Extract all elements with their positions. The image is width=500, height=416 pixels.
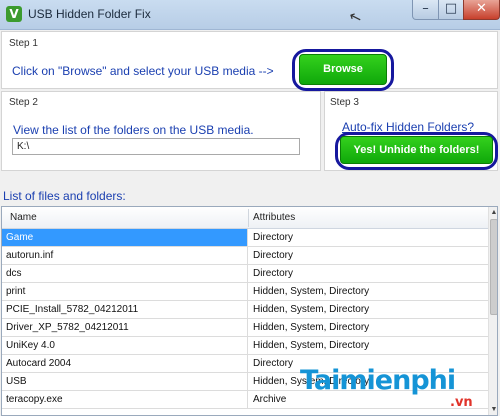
- close-button[interactable]: ✕: [463, 0, 500, 20]
- table-row[interactable]: autorun.inf Directory: [2, 247, 488, 265]
- file-name-cell: Game: [2, 229, 248, 246]
- table-row[interactable]: Game Directory: [2, 229, 488, 247]
- unhide-folders-button[interactable]: Yes! Unhide the folders!: [340, 136, 493, 164]
- file-name-cell: print: [2, 283, 248, 300]
- table-row[interactable]: PCIE_Install_5782_04212011 Hidden, Syste…: [2, 301, 488, 319]
- table-row[interactable]: print Hidden, System, Directory: [2, 283, 488, 301]
- site-watermark-logo: Taimienphi .vn: [300, 365, 496, 416]
- file-name-cell: UniKey 4.0: [2, 337, 248, 354]
- title-bar[interactable]: V USB Hidden Folder Fix ↖ – □ ✕: [0, 0, 500, 30]
- table-header: Name Attributes: [2, 207, 488, 229]
- file-name-cell: Driver_XP_5782_04212011: [2, 319, 248, 336]
- file-attributes-cell: Directory: [253, 232, 294, 243]
- column-divider[interactable]: [248, 209, 249, 227]
- file-attributes-cell: Hidden, System, Directory: [253, 322, 370, 333]
- step3-label: Step 3: [330, 97, 359, 108]
- table-row[interactable]: dcs Directory: [2, 265, 488, 283]
- window-client-area: Step 1 Click on "Browse" and select your…: [0, 30, 500, 416]
- watermark-logo-text: Taimienphi: [300, 365, 456, 396]
- watermark-tld-text: .vn: [450, 395, 473, 410]
- column-header-name[interactable]: Name: [10, 212, 37, 223]
- browse-button[interactable]: Browse: [299, 54, 387, 85]
- step1-instruction: Click on "Browse" and select your USB me…: [12, 64, 274, 78]
- step2-label: Step 2: [9, 97, 38, 108]
- maximize-button[interactable]: □: [438, 0, 464, 20]
- list-caption: List of files and folders:: [3, 189, 126, 203]
- file-name-cell: dcs: [2, 265, 248, 282]
- file-attributes-cell: Hidden, System, Directory: [253, 304, 370, 315]
- window-title: USB Hidden Folder Fix: [28, 7, 151, 21]
- file-name-cell: autorun.inf: [2, 247, 248, 264]
- mouse-cursor-icon: ↖: [346, 7, 365, 28]
- file-name-cell: PCIE_Install_5782_04212011: [2, 301, 248, 318]
- app-icon: V: [6, 6, 22, 22]
- usb-path-field[interactable]: K:\: [12, 138, 300, 155]
- file-attributes-cell: Hidden, System, Directory: [253, 340, 370, 351]
- column-header-attributes[interactable]: Attributes: [253, 212, 295, 223]
- file-attributes-cell: Hidden, System, Directory: [253, 286, 370, 297]
- scroll-up-arrow-icon[interactable]: ▲: [489, 207, 497, 218]
- step1-panel: [1, 31, 498, 89]
- file-attributes-cell: Directory: [253, 250, 294, 261]
- file-name-cell: Autocard 2004: [2, 355, 248, 372]
- step1-label: Step 1: [9, 38, 38, 49]
- minimize-button[interactable]: –: [412, 0, 439, 20]
- file-attributes-cell: Directory: [253, 268, 294, 279]
- file-name-cell: USB: [2, 373, 248, 390]
- table-row[interactable]: Driver_XP_5782_04212011 Hidden, System, …: [2, 319, 488, 337]
- scrollbar-thumb[interactable]: [490, 219, 497, 315]
- file-name-cell: teracopy.exe: [2, 391, 248, 408]
- table-row[interactable]: UniKey 4.0 Hidden, System, Directory: [2, 337, 488, 355]
- step2-instruction: View the list of the folders on the USB …: [13, 123, 254, 137]
